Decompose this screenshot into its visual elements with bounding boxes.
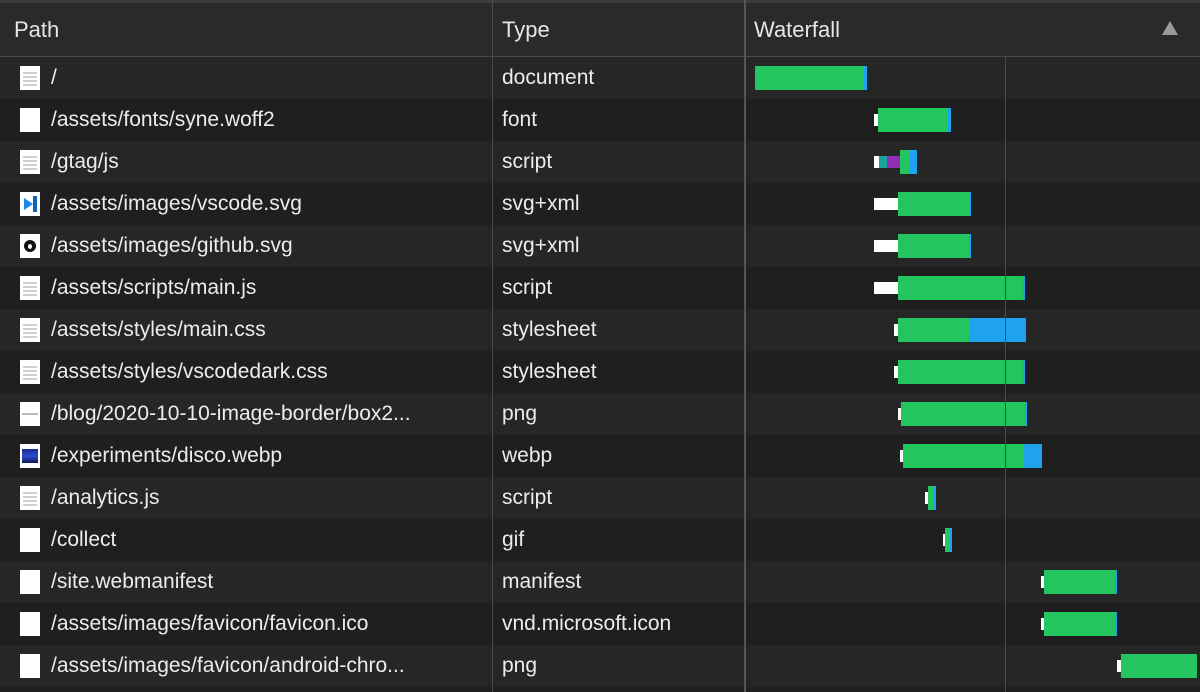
timing-segment-blue	[1023, 444, 1043, 468]
column-header-waterfall[interactable]: Waterfall	[745, 3, 1200, 57]
table-row[interactable]: /gtag/js script	[0, 141, 1200, 183]
waterfall-bar[interactable]	[0, 486, 1200, 510]
timing-segment-green	[1044, 570, 1115, 594]
timing-segment-green	[901, 402, 1026, 426]
timing-segment-green	[897, 318, 969, 342]
waterfall-bar[interactable]	[0, 570, 1200, 594]
column-header-type[interactable]: Type	[493, 3, 745, 57]
table-row[interactable]: /assets/images/favicon/android-chro... pn…	[0, 645, 1200, 687]
timing-segment-blue	[968, 234, 972, 258]
timing-segment-purple	[886, 156, 900, 168]
table-row[interactable]: /assets/images/favicon/favicon.ico vnd.mi…	[0, 603, 1200, 645]
timing-segment-blue	[1114, 612, 1117, 636]
table-row[interactable]: /assets/styles/vscodedark.css stylesheet	[0, 351, 1200, 393]
waterfall-bar[interactable]	[0, 108, 1200, 132]
waterfall-bar[interactable]	[0, 612, 1200, 636]
timing-segment-green	[1120, 654, 1198, 678]
timing-segment-white	[873, 282, 898, 294]
waterfall-bar[interactable]	[0, 192, 1200, 216]
table-row[interactable]: /collect gif	[0, 519, 1200, 561]
sort-ascending-icon[interactable]	[1162, 21, 1178, 35]
waterfall-bar[interactable]	[0, 444, 1200, 468]
column-divider[interactable]	[492, 0, 493, 692]
table-row[interactable]: /blog/2020-10-10-image-border/box2... png	[0, 393, 1200, 435]
timing-segment-white	[873, 198, 898, 210]
timing-segment-blue	[933, 486, 936, 510]
table-row[interactable]: /assets/images/vscode.svg svg+xml	[0, 183, 1200, 225]
waterfall-bar[interactable]	[0, 528, 1200, 552]
column-header-path[interactable]: Path	[0, 3, 493, 57]
waterfall-bar[interactable]	[0, 402, 1200, 426]
network-waterfall-table: Path Type Waterfall / document/assets/fon…	[0, 0, 1200, 692]
waterfall-bar[interactable]	[0, 318, 1200, 342]
table-row[interactable]: /assets/styles/main.css stylesheet	[0, 309, 1200, 351]
timing-segment-blue	[1114, 570, 1117, 594]
waterfall-bar[interactable]	[0, 234, 1200, 258]
timing-segment-green	[755, 66, 864, 90]
timing-segment-green	[1044, 612, 1115, 636]
table-row[interactable]: /site.webmanifest manifest	[0, 561, 1200, 603]
table-row[interactable]: /experiments/disco.webp webp	[0, 435, 1200, 477]
timing-segment-blue	[1025, 402, 1028, 426]
table-header: Path Type Waterfall	[0, 0, 1200, 57]
timing-segment-blue	[863, 66, 867, 90]
timing-segment-blue	[968, 318, 1026, 342]
timing-segment-green	[897, 234, 969, 258]
waterfall-bar[interactable]	[0, 66, 1200, 90]
column-divider[interactable]	[744, 0, 746, 692]
waterfall-bar[interactable]	[0, 150, 1200, 174]
waterfall-bar[interactable]	[0, 360, 1200, 384]
timing-segment-blue	[1023, 360, 1026, 384]
timing-segment-teal	[879, 156, 887, 168]
timing-segment-blue	[949, 528, 952, 552]
table-row[interactable]: /analytics.js script	[0, 477, 1200, 519]
timing-segment-green	[897, 192, 969, 216]
waterfall-bar[interactable]	[0, 654, 1200, 678]
timing-segment-green	[899, 150, 910, 174]
timing-segment-blue	[968, 192, 972, 216]
timing-segment-blue	[1023, 276, 1026, 300]
table-body: / document/assets/fonts/syne.woff2 font/gt…	[0, 57, 1200, 687]
table-row[interactable]: /assets/fonts/syne.woff2 font	[0, 99, 1200, 141]
timing-segment-white	[873, 240, 898, 252]
table-row[interactable]: / document	[0, 57, 1200, 99]
timing-segment-blue	[947, 108, 952, 132]
timing-segment-blue	[909, 150, 917, 174]
waterfall-bar[interactable]	[0, 276, 1200, 300]
waterfall-time-gridline	[1005, 57, 1006, 692]
table-row[interactable]: /assets/scripts/main.js script	[0, 267, 1200, 309]
waterfall-label: Waterfall	[754, 17, 840, 42]
timing-segment-green	[877, 108, 948, 132]
table-row[interactable]: /assets/images/github.svg svg+xml	[0, 225, 1200, 267]
